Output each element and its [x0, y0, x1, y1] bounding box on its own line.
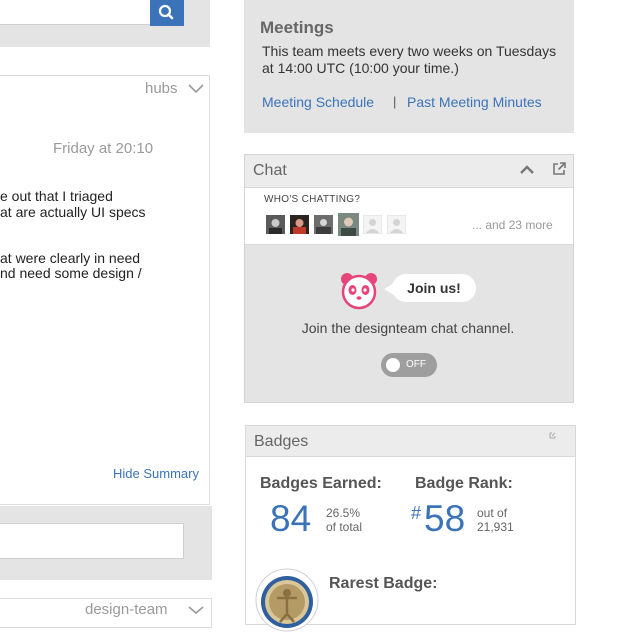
join-channel-text: Join the designteam chat channel.: [301, 320, 515, 336]
chat-title: Chat: [253, 162, 287, 179]
rank-hash: #: [411, 503, 422, 523]
link-separator: |: [393, 94, 397, 109]
post-tag[interactable]: hubs: [145, 80, 178, 97]
search-icon: [158, 4, 174, 20]
avatar[interactable]: [314, 215, 333, 234]
rank-out-of: out of: [477, 506, 508, 520]
panda-icon: [341, 273, 377, 310]
rarest-badge-label: Rarest Badge:: [329, 575, 438, 592]
chevron-down-icon[interactable]: [188, 606, 204, 614]
chevron-down-icon[interactable]: [188, 84, 204, 94]
avatar[interactable]: [362, 214, 383, 235]
earned-percent: 26.5%: [326, 506, 361, 520]
toggle-knob[interactable]: [386, 358, 400, 372]
badge-medal-icon[interactable]: [255, 568, 319, 632]
badges-earned-label: Badges Earned:: [260, 475, 382, 492]
chevron-up-icon[interactable]: [520, 165, 534, 175]
badges-title: Badges: [254, 433, 309, 450]
past-meeting-minutes-link[interactable]: Past Meeting Minutes: [407, 94, 542, 110]
toggle-label: OFF: [406, 359, 426, 370]
badges-earned-count: 84: [270, 498, 312, 539]
meetings-title: Meetings: [260, 18, 334, 37]
more-chatters-link[interactable]: ... and 23 more: [472, 218, 553, 232]
hide-summary-link[interactable]: Hide Summary: [113, 466, 199, 481]
earned-percent-suffix: of total: [326, 520, 363, 534]
avatar[interactable]: [266, 215, 285, 234]
avatar[interactable]: [338, 213, 359, 236]
whos-chatting-label: WHO'S CHATTING?: [264, 194, 361, 205]
post-text-line: nd need some design /: [0, 265, 142, 281]
post-text-line: at are actually UI specs: [0, 204, 146, 220]
reply-input[interactable]: [0, 523, 184, 559]
badge-rank-label: Badge Rank:: [415, 475, 513, 492]
post-text-line: at were clearly in need: [0, 250, 141, 266]
badge-rank-value: 58: [424, 498, 466, 539]
search-button[interactable]: [150, 0, 184, 26]
search-input[interactable]: [0, 0, 150, 25]
post-text-line: e out that I triaged: [0, 188, 113, 204]
avatar[interactable]: [386, 214, 407, 235]
meeting-schedule-link[interactable]: Meeting Schedule: [262, 94, 374, 110]
external-link-icon[interactable]: [549, 432, 556, 439]
external-link-icon[interactable]: [552, 161, 567, 176]
rank-total: 21,931: [477, 520, 514, 534]
avatar[interactable]: [290, 215, 309, 234]
next-post-tag[interactable]: design-team: [85, 601, 168, 618]
post-date[interactable]: Friday at 20:10: [53, 140, 153, 157]
meetings-description: This team meets every two weeks on Tuesd…: [262, 43, 557, 76]
join-us-text: Join us!: [407, 280, 461, 296]
